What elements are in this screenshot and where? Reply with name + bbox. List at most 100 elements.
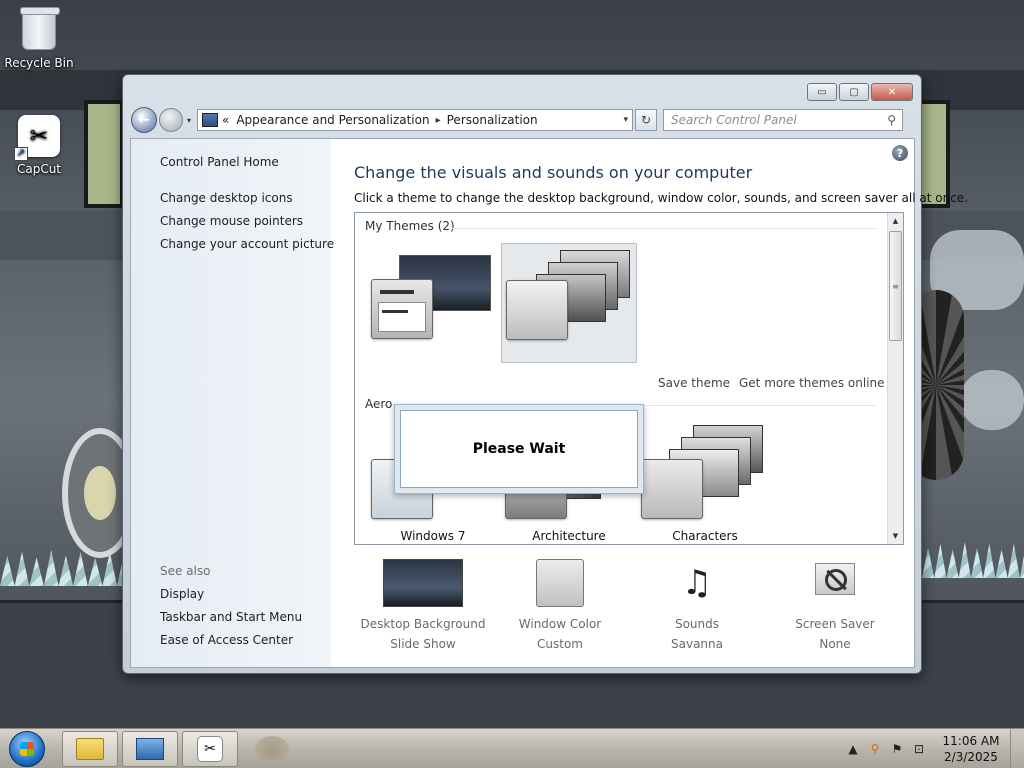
setting-label[interactable]: Window Color [490, 617, 630, 631]
setting-value: Custom [537, 637, 583, 651]
navigation-bar: ← ▾ « Appearance and Personalization ▸ P… [131, 107, 913, 133]
breadcrumb-personalization[interactable]: Personalization [447, 113, 538, 127]
action-center-flag-icon[interactable]: ⚑ [889, 742, 905, 756]
theme-tile-my-theme-2[interactable] [501, 243, 637, 363]
page-title: Change the visuals and sounds on your co… [354, 163, 753, 182]
theme-tile-my-theme-1[interactable] [365, 243, 501, 363]
bg-cloud [960, 370, 1024, 430]
see-also-label: See also [160, 564, 211, 578]
group-divider [445, 228, 877, 229]
shortcut-arrow-icon: ↗ [14, 147, 28, 161]
window-color-setting[interactable]: Window Color Custom [490, 559, 630, 651]
start-button[interactable] [4, 730, 50, 768]
theme-tile-characters[interactable]: Characters [637, 421, 773, 543]
folder-icon [76, 738, 104, 760]
clock[interactable]: 11:06 AM 2/3/2025 [936, 733, 1006, 765]
search-tray-icon[interactable]: ⚲ [867, 742, 883, 756]
taskbar-capcut-button[interactable]: ✂ [182, 731, 238, 767]
theme-color-swatch [641, 459, 703, 519]
bg-spikes-right [922, 541, 1024, 578]
clock-date: 2/3/2025 [944, 750, 998, 764]
my-themes-group-label: My Themes (2) [365, 219, 455, 233]
breadcrumb-overflow[interactable]: « [222, 113, 229, 127]
recycle-bin-icon [17, 7, 61, 52]
scroll-thumb[interactable]: ≡ [889, 231, 902, 341]
bg-ring-core [84, 466, 116, 520]
show-hidden-icons-icon[interactable]: ▲ [845, 742, 861, 756]
desktop-background-thumbnail [383, 559, 463, 607]
refresh-button[interactable]: ↻ [635, 109, 657, 131]
setting-label[interactable]: Desktop Background [353, 617, 493, 631]
page-subtitle: Click a theme to change the desktop back… [354, 191, 968, 205]
network-icon[interactable]: ⊡ [911, 742, 927, 756]
control-panel-icon [136, 738, 164, 760]
get-more-themes-link[interactable]: Get more themes online [739, 376, 885, 390]
back-button[interactable]: ← [131, 107, 157, 133]
window-controls: ▭ ▢ ✕ [807, 83, 913, 101]
save-theme-link[interactable]: Save theme [658, 376, 730, 390]
sounds-icon: ♫ [681, 563, 713, 603]
theme-color-swatch [506, 280, 568, 340]
desktop-icon-capcut[interactable]: ✂ ↗ CapCut [1, 114, 77, 176]
search-box[interactable]: ⚲ [663, 109, 903, 131]
taskbar-start-menu-link[interactable]: Taskbar and Start Menu [160, 610, 302, 624]
setting-value: None [819, 637, 851, 651]
help-icon[interactable]: ? [892, 145, 908, 161]
close-button[interactable]: ✕ [871, 83, 913, 101]
scroll-up-icon[interactable]: ▲ [888, 213, 903, 229]
please-wait-dialog: Please Wait [394, 404, 644, 494]
address-bar[interactable]: « Appearance and Personalization ▸ Perso… [197, 109, 633, 131]
themes-scrollbar[interactable]: ▲ ≡ ▼ [887, 213, 903, 544]
desktop-icon-label: CapCut [16, 162, 62, 176]
aero-themes-group-label: Aero [365, 397, 393, 411]
taskbar-explorer-button[interactable] [62, 731, 118, 767]
recent-pages-dropdown[interactable]: ▾ [183, 116, 195, 125]
minimize-button[interactable]: ▭ [807, 83, 837, 101]
taskbar: ✂ ▲ ⚲ ⚑ ⊡ 11:06 AM 2/3/2025 [0, 728, 1024, 768]
sounds-setting[interactable]: ♫ Sounds Savanna [627, 559, 767, 651]
search-input[interactable] [671, 113, 871, 127]
breadcrumb-appearance[interactable]: Appearance and Personalization [236, 113, 429, 127]
window-color-swatch [536, 559, 584, 607]
capcut-icon: ✂ ↗ [14, 114, 61, 161]
desktop-icon-recycle-bin[interactable]: Recycle Bin [1, 7, 77, 70]
desktop-background-setting[interactable]: Desktop Background Slide Show [353, 559, 493, 651]
change-desktop-icons-link[interactable]: Change desktop icons [160, 191, 293, 205]
theme-name: Architecture [532, 529, 606, 543]
system-tray: ▲ ⚲ ⚑ ⊡ 11:06 AM 2/3/2025 [842, 729, 1024, 768]
theme-name: Windows 7 [400, 529, 466, 543]
ease-of-access-link[interactable]: Ease of Access Center [160, 633, 293, 647]
setting-value: Slide Show [390, 637, 456, 651]
screen-saver-icon [811, 559, 859, 607]
desktop-icon-label: Recycle Bin [4, 56, 74, 70]
taskbar-control-panel-button[interactable] [122, 731, 178, 767]
control-panel-home-link[interactable]: Control Panel Home [160, 155, 279, 169]
breadcrumb-separator-icon[interactable]: ▸ [436, 115, 441, 126]
display-link[interactable]: Display [160, 587, 204, 601]
control-panel-icon [202, 113, 218, 127]
screen-saver-setting[interactable]: Screen Saver None [765, 559, 905, 651]
taskbar-ghost-button[interactable] [244, 731, 300, 767]
personalization-window: ▭ ▢ ✕ ← ▾ « Appearance and Personalizati… [122, 74, 968, 674]
change-account-picture-link[interactable]: Change your account picture [160, 237, 334, 251]
setting-label[interactable]: Sounds [627, 617, 767, 631]
scroll-down-icon[interactable]: ▼ [888, 528, 903, 544]
maximize-button[interactable]: ▢ [839, 83, 869, 101]
search-icon[interactable]: ⚲ [887, 113, 896, 127]
setting-label[interactable]: Screen Saver [765, 617, 905, 631]
address-dropdown-icon[interactable]: ▾ [623, 115, 628, 125]
left-pane: Control Panel Home Change desktop icons … [131, 139, 334, 667]
change-mouse-pointers-link[interactable]: Change mouse pointers [160, 214, 303, 228]
capcut-icon: ✂ [197, 736, 223, 762]
show-desktop-button[interactable] [1010, 729, 1024, 768]
content-area: Control Panel Home Change desktop icons … [130, 138, 968, 668]
windows-start-icon [9, 731, 45, 767]
theme-name: Characters [672, 529, 738, 543]
app-icon [255, 736, 289, 762]
theme-color-swatch [371, 279, 433, 339]
clock-time: 11:06 AM [942, 734, 1000, 748]
bg-block-left [84, 100, 124, 208]
setting-value: Savanna [671, 637, 723, 651]
forward-button[interactable] [159, 108, 183, 132]
themes-list[interactable]: My Themes (2) Save theme Get more themes [354, 212, 904, 545]
